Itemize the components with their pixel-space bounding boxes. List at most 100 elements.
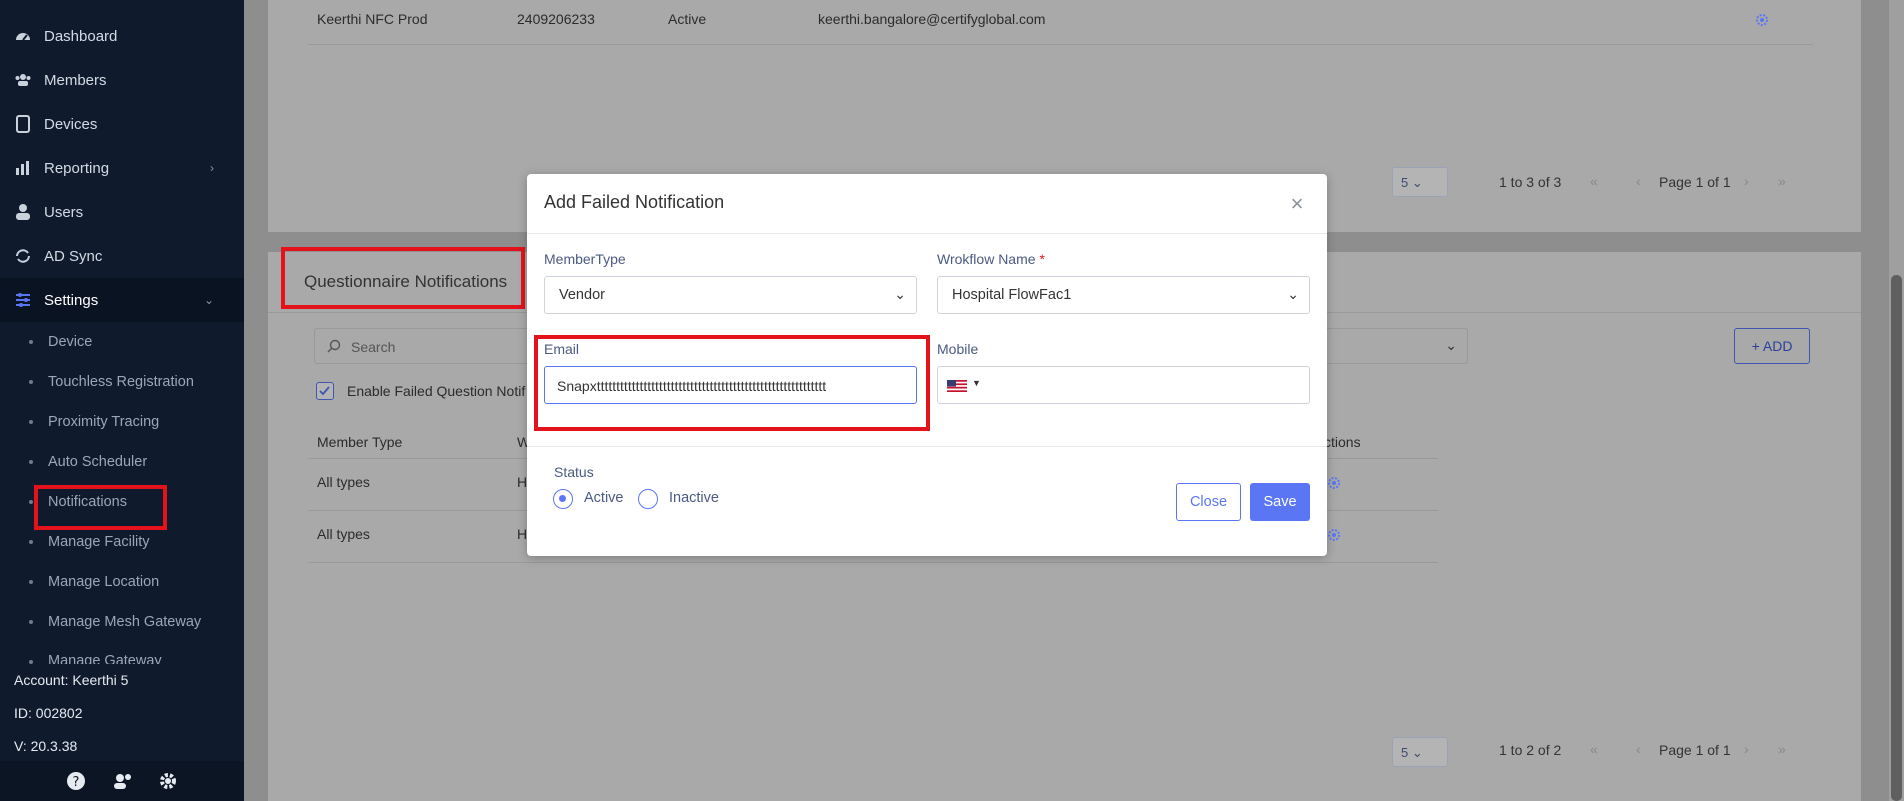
workflow-value: Hospital FlowFac1 bbox=[952, 287, 1072, 303]
page-size-value: 5 bbox=[1401, 175, 1409, 190]
page-indicator: Page 1 of 1 bbox=[1659, 174, 1731, 190]
add-button[interactable]: + ADD bbox=[1734, 328, 1810, 364]
modal-divider bbox=[527, 446, 1327, 447]
modal-header: Add Failed Notification × bbox=[527, 174, 1327, 234]
last-page-button[interactable]: » bbox=[1778, 741, 1786, 757]
nav-label: AD Sync bbox=[44, 247, 103, 265]
last-page-button[interactable]: » bbox=[1778, 173, 1786, 189]
gear-icon[interactable] bbox=[1326, 475, 1342, 491]
member-type-value: Vendor bbox=[559, 287, 605, 303]
subnav-device[interactable]: Device bbox=[0, 322, 244, 362]
subnav-proximity-tracing[interactable]: Proximity Tracing bbox=[0, 402, 244, 442]
subnav-auto-scheduler[interactable]: Auto Scheduler bbox=[0, 442, 244, 482]
next-page-button[interactable]: › bbox=[1744, 741, 1749, 757]
prev-page-button[interactable]: ‹ bbox=[1636, 173, 1641, 189]
workflow-label-text: Wrokflow Name bbox=[937, 251, 1036, 267]
page-range: 1 to 2 of 2 bbox=[1499, 742, 1562, 758]
prev-page-button[interactable]: ‹ bbox=[1636, 741, 1641, 757]
scrollbar-thumb[interactable] bbox=[1891, 275, 1902, 801]
page-size-value: 5 bbox=[1401, 745, 1409, 760]
user-settings-icon[interactable] bbox=[112, 771, 132, 791]
nav-users[interactable]: Users bbox=[0, 190, 244, 234]
active-radio[interactable] bbox=[553, 489, 573, 509]
close-button[interactable]: Close bbox=[1176, 483, 1241, 521]
member-type-label: MemberType bbox=[544, 251, 626, 267]
subnav-manage-location[interactable]: Manage Location bbox=[0, 562, 244, 602]
nav-label: Reporting bbox=[44, 159, 110, 177]
enable-checkbox[interactable] bbox=[316, 382, 334, 400]
close-icon[interactable]: × bbox=[1283, 190, 1311, 218]
sync-icon bbox=[16, 249, 30, 263]
nav-members[interactable]: Members bbox=[0, 58, 244, 102]
first-page-button[interactable]: « bbox=[1590, 741, 1598, 757]
enable-label: Enable Failed Question Notif bbox=[347, 383, 526, 399]
chevron-right-icon: › bbox=[210, 161, 214, 175]
workflow-select[interactable]: Hospital FlowFac1 ⌄ bbox=[937, 276, 1310, 314]
svg-text:?: ? bbox=[73, 775, 80, 790]
users-group-icon bbox=[15, 74, 31, 86]
first-page-button[interactable]: « bbox=[1590, 173, 1598, 189]
save-button[interactable]: Save bbox=[1250, 483, 1310, 521]
page-indicator: Page 1 of 1 bbox=[1659, 742, 1731, 758]
gear-icon[interactable] bbox=[1754, 12, 1770, 28]
chevron-down-icon: ⌄ bbox=[894, 286, 906, 302]
page-size-select[interactable]: 5 ⌄ bbox=[1392, 737, 1448, 767]
required-marker: * bbox=[1039, 251, 1045, 267]
nav-devices[interactable]: Devices bbox=[0, 102, 244, 146]
highlight-box bbox=[34, 485, 167, 530]
us-flag-icon[interactable] bbox=[947, 380, 967, 392]
user-icon bbox=[16, 204, 30, 220]
nav-label: Dashboard bbox=[44, 27, 118, 45]
subnav-manage-gateway[interactable]: Manage Gateway bbox=[0, 642, 244, 664]
account-id: ID: 002802 bbox=[14, 705, 83, 721]
dashboard-icon bbox=[16, 33, 30, 41]
gear-icon[interactable] bbox=[1326, 527, 1342, 543]
chevron-down-icon: ⌄ bbox=[1445, 337, 1457, 353]
check-icon bbox=[319, 386, 330, 396]
row-member-type: All types bbox=[317, 526, 370, 542]
subnav-touchless-registration[interactable]: Touchless Registration bbox=[0, 362, 244, 402]
nav-label: Devices bbox=[44, 115, 98, 133]
row-phone: 2409206233 bbox=[517, 11, 595, 27]
gear-icon[interactable] bbox=[158, 771, 178, 791]
status-label: Status bbox=[554, 464, 594, 480]
app-version: V: 20.3.38 bbox=[14, 738, 78, 754]
help-icon[interactable]: ? bbox=[66, 771, 86, 791]
highlight-box bbox=[534, 335, 930, 431]
col-member-type: Member Type bbox=[317, 434, 403, 450]
tablet-icon bbox=[16, 115, 30, 133]
workflow-label: Wrokflow Name * bbox=[937, 251, 1045, 267]
member-type-select[interactable]: Vendor ⌄ bbox=[544, 276, 917, 314]
subnav-manage-mesh-gateway[interactable]: Manage Mesh Gateway bbox=[0, 602, 244, 642]
add-label: ADD bbox=[1762, 338, 1793, 354]
nav-dashboard[interactable]: Dashboard bbox=[0, 14, 244, 58]
row-workflow: H bbox=[517, 526, 528, 542]
nav-reporting[interactable]: Reporting › bbox=[0, 146, 244, 190]
active-radio-label[interactable]: Active bbox=[584, 490, 624, 506]
col-actions: ctions bbox=[1324, 434, 1361, 450]
search-input[interactable]: Search bbox=[314, 328, 554, 364]
inactive-radio[interactable] bbox=[638, 489, 658, 509]
table-divider bbox=[308, 562, 1438, 563]
highlight-box bbox=[281, 247, 525, 309]
page-size-select[interactable]: 5 ⌄ bbox=[1392, 167, 1448, 197]
nav-settings[interactable]: Settings ⌄ bbox=[0, 278, 244, 322]
nav-label: Users bbox=[44, 203, 84, 221]
chevron-down-icon: ⌄ bbox=[203, 293, 214, 307]
inactive-radio-label[interactable]: Inactive bbox=[669, 490, 719, 506]
next-page-button[interactable]: › bbox=[1744, 173, 1749, 189]
scrollbar[interactable] bbox=[1889, 0, 1904, 801]
row-email: keerthi.bangalore@certifyglobal.com bbox=[818, 11, 1046, 27]
caret-down-icon[interactable]: ▼ bbox=[972, 378, 981, 388]
search-icon bbox=[327, 339, 341, 353]
plus-icon: + bbox=[1751, 338, 1760, 354]
mobile-label: Mobile bbox=[937, 341, 979, 357]
chevron-down-icon: ⌄ bbox=[1287, 286, 1299, 302]
account-name: Account: Keerthi 5 bbox=[14, 672, 129, 688]
page-range: 1 to 3 of 3 bbox=[1499, 174, 1562, 190]
nav-label: Settings bbox=[44, 291, 99, 309]
nav-ad-sync[interactable]: AD Sync bbox=[0, 234, 244, 278]
row-status: Active bbox=[668, 11, 707, 27]
mobile-input[interactable]: ▼ bbox=[937, 366, 1310, 404]
row-workflow: H bbox=[517, 474, 528, 490]
